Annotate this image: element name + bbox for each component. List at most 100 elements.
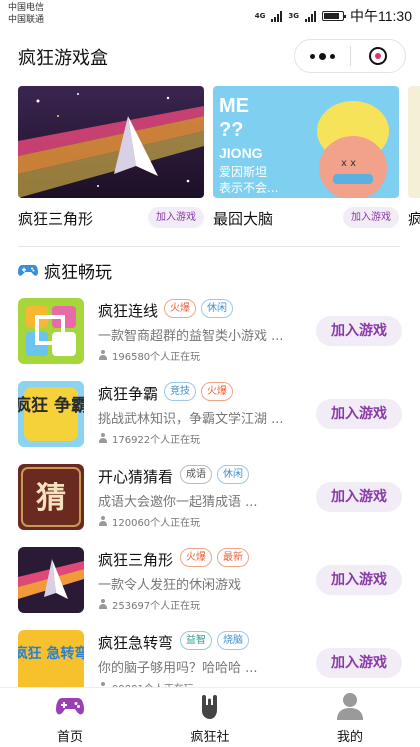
game-icon-crazy-battle: 疯狂 争霸 <box>18 381 84 447</box>
game-tags: 竞技 火爆 <box>164 382 233 401</box>
status-bar: 中国电信 中国联通 4G 3G 中午11:30 <box>0 0 420 30</box>
game-name: 疯狂急转弯 <box>98 634 174 652</box>
featured-name: 最囧大脑 <box>213 210 274 228</box>
list-item[interactable]: 疯狂三角形 火爆 最新 一款令人发狂的休闲游戏 253697个人正在玩 加入游戏 <box>0 541 420 624</box>
player-count-text: 196580个人正在玩 <box>112 352 201 363</box>
game-tags: 火爆 最新 <box>180 548 249 567</box>
featured-card[interactable]: ME ?? JIONG 爱因斯坦 表示不会... x x 最囧大脑 加入游戏 <box>213 86 399 228</box>
game-name: 开心猜猜看 <box>98 468 174 486</box>
tag: 烧脑 <box>217 631 249 650</box>
join-game-button[interactable]: 加入游戏 <box>316 399 402 429</box>
tab-community[interactable]: 疯狂社 <box>140 688 280 747</box>
featured-thumb-brain[interactable]: ME ?? JIONG 爱因斯坦 表示不会... x x <box>213 86 399 198</box>
svg-text:表示不会...: 表示不会... <box>219 181 278 195</box>
tag: 火爆 <box>201 382 233 401</box>
icon-text: 猜 <box>36 481 66 516</box>
icon-text: 疯狂 急转弯 <box>18 645 84 662</box>
signal-icon-2 <box>305 10 316 22</box>
section-divider <box>18 246 400 247</box>
game-description: 一款智商超群的益智类小游戏 ... <box>98 329 284 344</box>
person-icon <box>98 350 108 361</box>
game-tags: 成语 休闲 <box>180 465 249 484</box>
player-count-text: 176922个人正在玩 <box>112 435 201 446</box>
player-count: 120060个人正在玩 <box>98 514 200 529</box>
game-description: 挑战武林知识，争霸文学江湖 ... <box>98 412 284 427</box>
featured-card[interactable]: 疯 <box>408 86 420 228</box>
tab-label: 疯狂社 <box>190 730 230 745</box>
featured-carousel[interactable]: 疯狂三角形 加入游戏 ME ?? JIONG 爱因斯坦 表示不会... x x … <box>0 86 420 232</box>
network-type-2: 3G <box>288 12 299 20</box>
tab-label: 首页 <box>56 730 83 745</box>
tag: 最新 <box>217 548 249 567</box>
player-count: 176922个人正在玩 <box>98 431 200 446</box>
svg-text:JIONG: JIONG <box>219 145 263 161</box>
player-count: 196580个人正在玩 <box>98 348 200 363</box>
join-game-button[interactable]: 加入游戏 <box>343 207 399 228</box>
carrier-1: 中国电信 <box>8 3 45 13</box>
featured-thumb-crazy-triangle[interactable] <box>18 86 204 198</box>
tag: 成语 <box>180 465 212 484</box>
game-name: 疯狂三角形 <box>98 551 174 569</box>
featured-thumb-partial[interactable] <box>408 86 420 198</box>
person-icon <box>98 433 108 444</box>
tag: 益智 <box>180 631 212 650</box>
featured-card[interactable]: 疯狂三角形 加入游戏 <box>18 86 204 228</box>
list-item[interactable]: 疯狂连线 火爆 休闲 一款智商超群的益智类小游戏 ... 196580个人正在玩… <box>0 292 420 375</box>
list-item[interactable]: 猜 开心猜猜看 成语 休闲 成语大会邀你一起猜成语 ... 120060个人正在… <box>0 458 420 541</box>
clock: 中午11:30 <box>350 8 412 24</box>
brain-game-art: ME ?? JIONG 爱因斯坦 表示不会... x x <box>213 86 399 198</box>
svg-text:??: ?? <box>219 119 243 141</box>
carrier-2: 中国联通 <box>8 15 45 25</box>
gamepad-icon <box>56 698 84 715</box>
tag: 休闲 <box>217 465 249 484</box>
player-count-text: 253697个人正在玩 <box>112 601 201 612</box>
game-description: 一款令人发狂的休闲游戏 <box>98 578 242 593</box>
svg-text:爱因斯坦: 爱因斯坦 <box>219 165 267 179</box>
player-count: 253697个人正在玩 <box>98 597 200 612</box>
game-name: 疯狂争霸 <box>98 385 159 403</box>
network-type-1: 4G <box>254 12 266 20</box>
close-mini-program-button[interactable] <box>351 40 406 72</box>
icon-text: 疯狂 争霸 <box>18 395 84 416</box>
join-game-button[interactable]: 加入游戏 <box>148 207 204 228</box>
game-tags: 益智 烧脑 <box>180 631 249 650</box>
player-count-text: 120060个人正在玩 <box>112 518 201 529</box>
game-icon-crazy-triangle <box>18 547 84 613</box>
target-icon <box>368 47 387 65</box>
join-game-button[interactable]: 加入游戏 <box>316 565 402 595</box>
section-title: 疯狂畅玩 <box>44 262 112 283</box>
nav-bar: 疯狂游戏盒 <box>0 30 420 82</box>
more-button[interactable] <box>295 40 350 72</box>
game-icon-crazy-connect <box>18 298 84 364</box>
featured-name: 疯 <box>408 210 420 228</box>
tab-profile[interactable]: 我的 <box>280 688 420 747</box>
join-game-button[interactable]: 加入游戏 <box>316 316 402 346</box>
signal-icon <box>271 10 283 22</box>
tag: 火爆 <box>164 299 196 318</box>
tag: 休闲 <box>201 299 233 318</box>
battery-icon <box>322 11 346 21</box>
tab-bar: 首页 疯狂社 我的 <box>0 687 420 747</box>
join-game-button[interactable]: 加入游戏 <box>316 482 402 512</box>
svg-text:x x: x x <box>341 158 356 169</box>
section-header: 疯狂畅玩 <box>18 258 112 283</box>
triangle-game-art <box>18 86 204 198</box>
user-icon <box>337 693 363 720</box>
more-dots-icon <box>309 52 335 60</box>
tab-label: 我的 <box>336 730 363 745</box>
person-icon <box>98 599 108 610</box>
game-icon-guess: 猜 <box>18 464 84 530</box>
game-tags: 火爆 休闲 <box>164 299 233 318</box>
tag: 竞技 <box>164 382 196 401</box>
tag: 火爆 <box>180 548 212 567</box>
tab-home[interactable]: 首页 <box>0 688 140 747</box>
join-game-button[interactable]: 加入游戏 <box>316 648 402 678</box>
gamepad-icon <box>18 265 38 276</box>
game-description: 成语大会邀你一起猜成语 ... <box>98 495 258 510</box>
game-description: 你的脑子够用吗？哈哈哈 ... <box>98 661 258 676</box>
svg-text:ME: ME <box>219 95 249 117</box>
person-icon <box>98 516 108 527</box>
rock-hand-icon <box>202 695 217 719</box>
game-name: 疯狂连线 <box>98 302 159 320</box>
list-item[interactable]: 疯狂 争霸 疯狂争霸 竞技 火爆 挑战武林知识，争霸文学江湖 ... 17692… <box>0 375 420 458</box>
